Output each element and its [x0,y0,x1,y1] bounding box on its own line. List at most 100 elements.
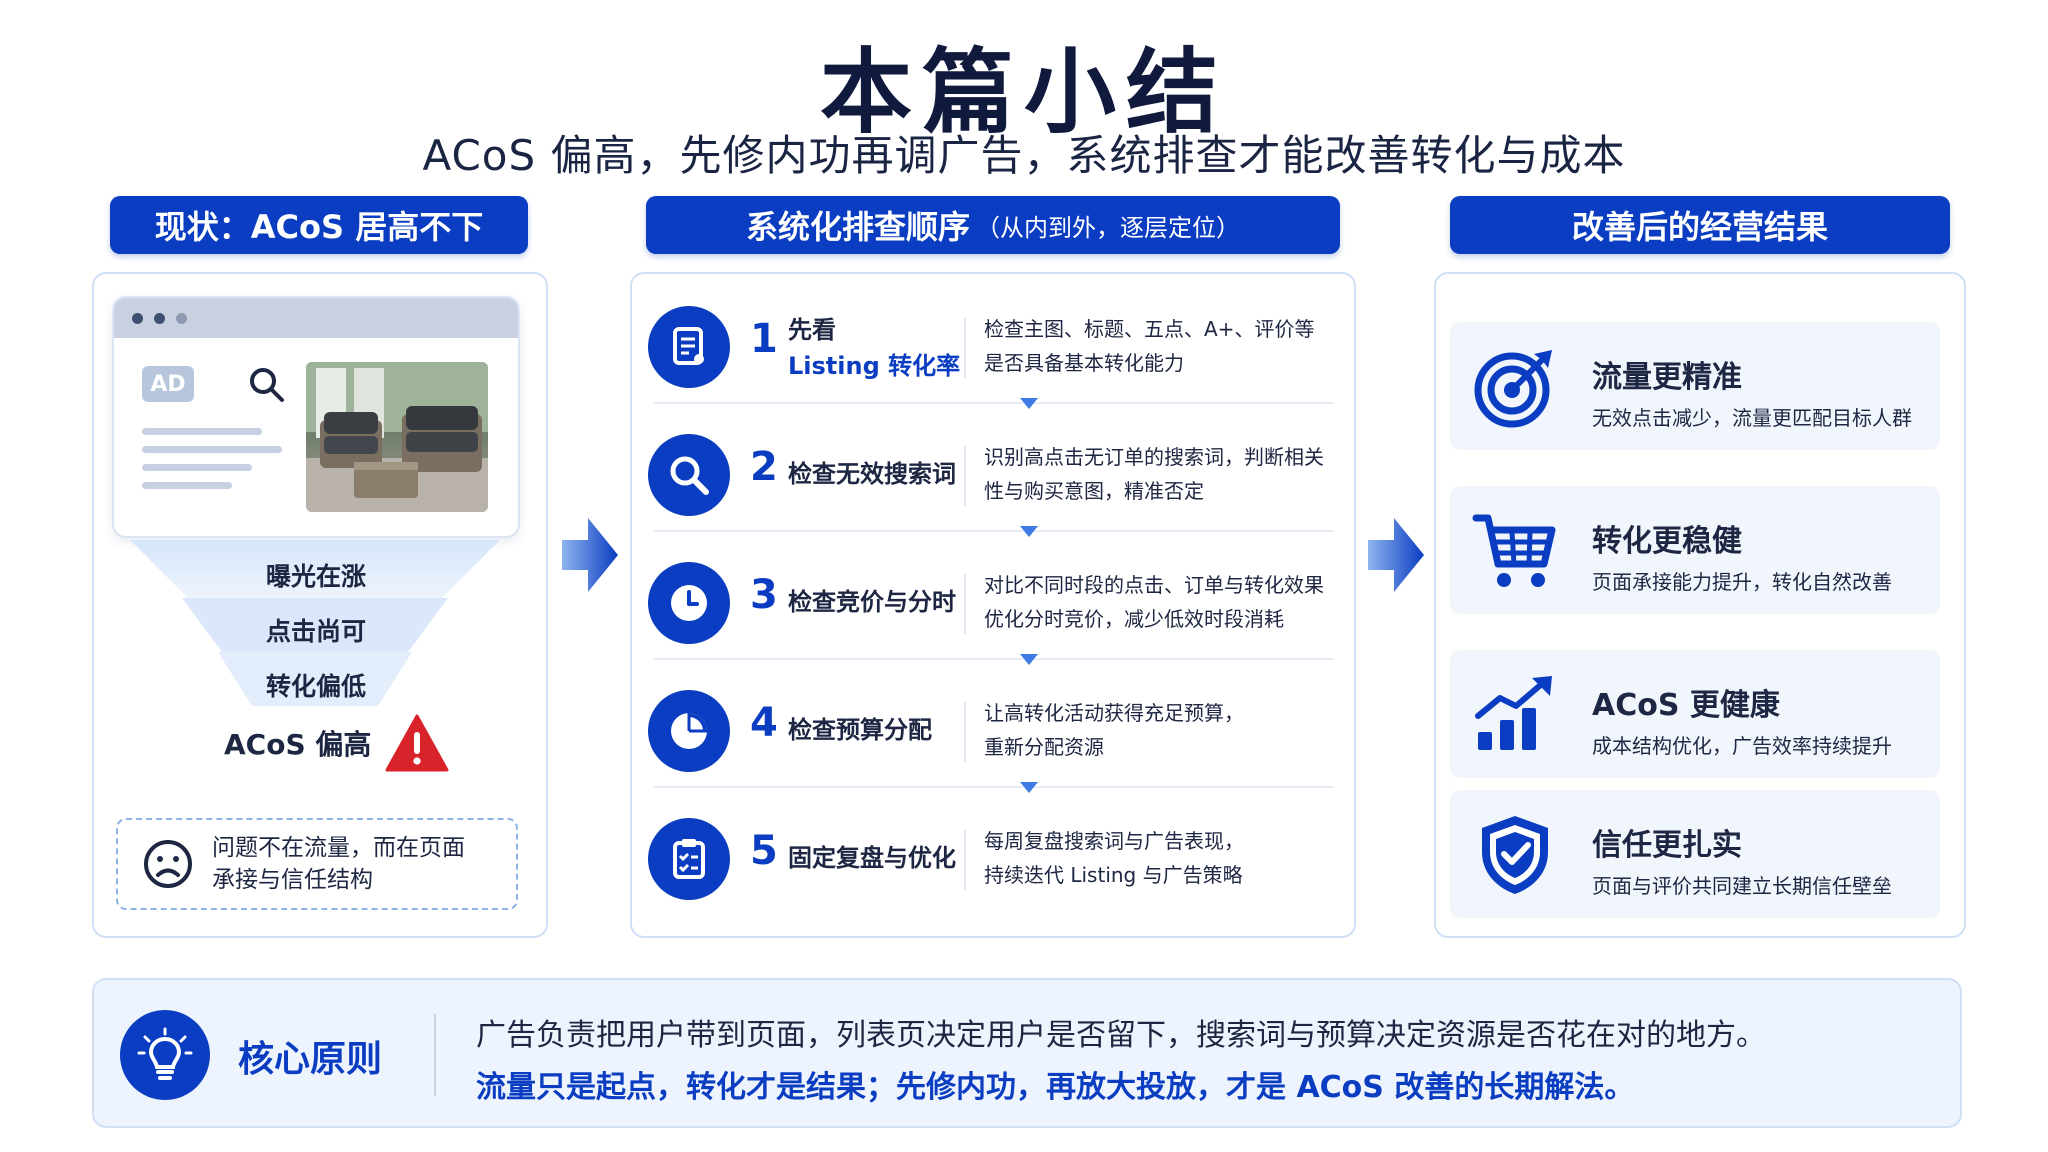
document-icon [648,306,730,388]
page-subtitle: ACoS 偏高，先修内功再调广告，系统排查才能改善转化与成本 [422,131,1626,180]
result-title: 流量更精准 [1592,360,1742,395]
step-3: 3 检查竞价与分时 对比不同时段的点击、订单与转化效果 优化分时竞价，减少低效时… [648,538,1348,648]
step-title: 检查无效搜索词 [788,460,956,488]
middle-header-text: 系统化排查顺序 [745,208,970,246]
result-title: 信任更扎实 [1592,828,1742,863]
placeholder-line [142,464,252,471]
step-number: 3 [750,572,778,618]
step-desc-line: 每周复盘搜索词与广告表现， [984,829,1244,853]
right-column-header: 改善后的经营结果 [1450,196,1950,254]
step-number: 4 [750,700,778,746]
step-number: 5 [750,828,778,874]
step-desc-line: 优化分时竞价，减少低效时段消耗 [984,607,1284,631]
step-number: 2 [750,444,778,490]
result-desc: 页面与评价共同建立长期信任壁垒 [1592,874,1892,898]
pie-chart-icon [648,690,730,772]
result-card: ACoS 更健康 成本结构优化，广告效率持续提升 [1450,650,1940,778]
step-2: 2 检查无效搜索词 识别高点击无订单的搜索词，判断相关 性与购买意图，精准否定 [648,410,1348,520]
search-icon [250,368,284,402]
problem-line: 承接与信任结构 [212,867,373,893]
acos-warning: ACoS 偏高 [224,714,449,772]
shield-check-icon [1482,816,1548,894]
step-title-text: 先看 [788,316,836,344]
step-description: 对比不同时段的点击、订单与转化效果 优化分时竞价，减少低效时段消耗 [984,568,1324,636]
step-divider [964,830,966,890]
step-separator [654,786,1334,788]
step-divider [964,574,966,634]
step-separator [654,530,1334,532]
step-desc-line: 性与购买意图，精准否定 [984,479,1204,503]
step-description: 检查主图、标题、五点、A+、评价等 是否具备基本转化能力 [984,312,1314,380]
step-number: 1 [750,316,778,362]
funnel-stage-clicks: 点击尚可 [265,617,366,646]
target-icon [1474,350,1552,428]
result-card: 转化更稳健 页面承接能力提升，转化自然改善 [1450,486,1940,614]
problem-callout: 问题不在流量，而在页面 承接与信任结构 [116,818,518,910]
step-title-accent: Listing 转化率 [788,352,961,380]
step-divider [964,318,966,378]
result-card: 信任更扎实 页面与评价共同建立长期信任壁垒 [1450,790,1940,918]
core-principle-bar: 核心原则 广告负责把用户带到页面，列表页决定用户是否留下，搜索词与预算决定资源是… [92,978,1962,1128]
result-desc: 无效点击减少，流量更匹配目标人群 [1592,406,1912,430]
cart-icon [1472,514,1556,587]
step-desc-line: 持续迭代 Listing 与广告策略 [984,863,1243,887]
down-triangle-icon [1020,654,1038,665]
window-dot [154,313,165,324]
core-principle-emphasis: 流量只是起点，转化才是结果；先修内功，再放大投放，才是 ACoS 改善的长期解法… [476,1070,1635,1105]
result-title: ACoS 更健康 [1592,688,1780,723]
core-divider [434,1014,436,1096]
step-4: 4 检查预算分配 让高转化活动获得充足预算， 重新分配资源 [648,666,1348,776]
right-header-text: 改善后的经营结果 [1571,208,1828,246]
lightbulb-icon [120,1010,210,1100]
middle-header-hint: （从内到外，逐层定位） [976,213,1240,242]
step-title: 固定复盘与优化 [788,844,956,872]
acos-warning-label: ACoS 偏高 [224,728,372,761]
step-separator [654,658,1334,660]
step-desc-line: 重新分配资源 [984,735,1104,759]
problem-text: 问题不在流量，而在页面 承接与信任结构 [212,832,465,896]
step-description: 每周复盘搜索词与广告表现， 持续迭代 Listing 与广告策略 [984,824,1244,892]
growth-chart-icon [1475,676,1552,750]
result-title: 转化更稳健 [1592,524,1742,559]
step-title: 检查竞价与分时 [788,588,956,616]
ad-badge: AD [142,366,194,402]
sad-face-icon [144,840,192,888]
clipboard-check-icon [648,818,730,900]
middle-column-header: 系统化排查顺序 （从内到外，逐层定位） [646,196,1340,254]
step-desc-line: 检查主图、标题、五点、A+、评价等 [984,317,1315,341]
step-description: 让高转化活动获得充足预算， 重新分配资源 [984,696,1244,764]
step-separator [654,402,1334,404]
arrow-right-icon [562,518,618,592]
placeholder-line [142,446,282,453]
step-1: 1 先看 Listing 转化率 检查主图、标题、五点、A+、评价等 是否具备基… [648,282,1348,392]
core-principle-label: 核心原则 [238,1039,383,1080]
left-header-text: 现状：ACoS 居高不下 [154,208,484,246]
step-desc-line: 是否具备基本转化能力 [984,351,1184,375]
placeholder-line [142,482,232,489]
result-card: 流量更精准 无效点击减少，流量更匹配目标人群 [1450,322,1940,450]
step-desc-line: 让高转化活动获得充足预算， [984,701,1244,725]
step-title: 先看 Listing 转化率 [788,312,960,384]
browser-title-bar [114,298,518,338]
step-desc-line: 识别高点击无订单的搜索词，判断相关 [984,445,1324,469]
step-desc-line: 对比不同时段的点击、订单与转化效果 [984,573,1324,597]
result-desc: 页面承接能力提升，转化自然改善 [1592,570,1892,594]
warning-icon [385,714,449,772]
window-dot [176,313,187,324]
search-icon [648,434,730,516]
result-desc: 成本结构优化，广告效率持续提升 [1592,734,1892,758]
step-title: 检查预算分配 [788,716,932,744]
core-principle-line: 广告负责把用户带到页面，列表页决定用户是否留下，搜索词与预算决定资源是否花在对的… [476,1018,1766,1053]
left-column-header: 现状：ACoS 居高不下 [110,196,528,254]
funnel-stage-conversion: 转化偏低 [265,672,366,701]
funnel-stage-impressions: 曝光在涨 [265,562,366,591]
clock-icon [648,562,730,644]
problem-line: 问题不在流量，而在页面 [212,835,465,861]
window-dot [132,313,143,324]
step-divider [964,702,966,762]
down-triangle-icon [1020,526,1038,537]
placeholder-line [142,428,262,435]
step-description: 识别高点击无订单的搜索词，判断相关 性与购买意图，精准否定 [984,440,1324,508]
arrow-right-icon [1368,518,1424,592]
step-divider [964,446,966,506]
